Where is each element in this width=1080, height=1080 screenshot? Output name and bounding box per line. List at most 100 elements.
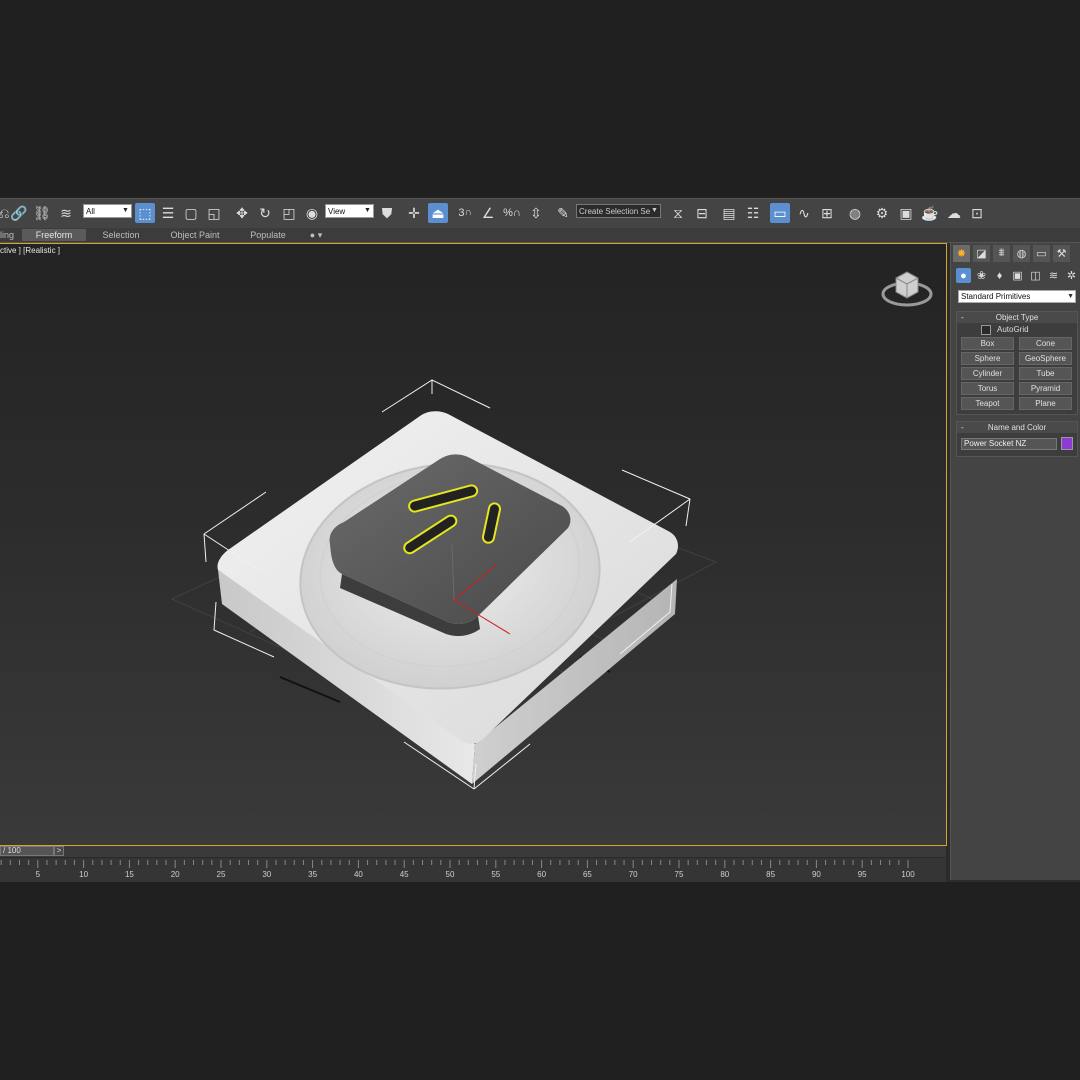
select-and-move-icon[interactable]: ✥ <box>232 203 252 223</box>
tab-modeling[interactable]: ling <box>0 229 14 241</box>
named-selection-sets-dropdown[interactable]: Create Selection Se ▼ <box>576 204 661 218</box>
reference-coordinate-value: View <box>328 207 346 216</box>
teapot-button[interactable]: Teapot <box>961 397 1014 410</box>
motion-tab-icon[interactable]: ◍ <box>1013 245 1030 262</box>
autogrid-label: AutoGrid <box>997 325 1029 334</box>
percent-snap-icon[interactable]: %∩ <box>502 203 522 223</box>
cylinder-button[interactable]: Cylinder <box>961 367 1014 380</box>
tab-populate[interactable]: Populate <box>240 229 296 241</box>
rendered-frame-window-icon[interactable]: ▣ <box>896 203 916 223</box>
systems-icon[interactable]: ✲ <box>1064 268 1079 283</box>
pyramid-button[interactable]: Pyramid <box>1019 382 1072 395</box>
bind-to-space-warp-icon[interactable]: ≋ <box>56 203 76 223</box>
window-crossing-icon[interactable]: ◱ <box>204 203 224 223</box>
lights-icon[interactable]: ♦ <box>992 268 1007 283</box>
keyboard-shortcut-override-icon[interactable]: ⏏ <box>428 203 448 223</box>
tab-selection[interactable]: Selection <box>94 229 148 241</box>
selection-filter-value: All <box>86 207 95 216</box>
name-and-color-rollout: - Name and Color Power Socket NZ <box>956 421 1078 457</box>
geosphere-button[interactable]: GeoSphere <box>1019 352 1072 365</box>
align-icon[interactable]: ⊟ <box>692 203 712 223</box>
track-tick-label: 35 <box>308 870 317 879</box>
track-tick-label: 40 <box>354 870 363 879</box>
track-tick-label: 90 <box>812 870 821 879</box>
select-and-link-icon[interactable]: 🔗 <box>9 203 29 223</box>
perspective-viewport[interactable]: ctive ] [Realistic ] <box>0 243 947 846</box>
tab-freeform[interactable]: Freeform <box>22 229 86 241</box>
reference-coordinate-dropdown[interactable]: View ▼ <box>325 204 374 218</box>
select-and-place-icon[interactable]: ◉ <box>302 203 322 223</box>
track-tick-label: 75 <box>675 870 684 879</box>
utilities-tab-icon[interactable]: ⚒ <box>1053 245 1070 262</box>
tab-object-paint[interactable]: Object Paint <box>160 229 230 241</box>
curve-editor-icon[interactable]: ∿ <box>794 203 814 223</box>
track-tick-label: 100 <box>901 870 915 879</box>
tube-button[interactable]: Tube <box>1019 367 1072 380</box>
shapes-icon[interactable]: ❀ <box>974 268 989 283</box>
object-type-title: Object Type <box>995 313 1039 322</box>
hierarchy-tab-icon[interactable]: ⩩ <box>993 245 1010 262</box>
spinner-snap-icon[interactable]: ⇳ <box>526 203 546 223</box>
socket-base-model[interactable] <box>217 411 678 784</box>
chevron-down-icon: ▼ <box>122 207 129 214</box>
track-tick-label: 10 <box>79 870 88 879</box>
viewcube-icon[interactable] <box>880 266 934 310</box>
select-object-icon[interactable]: ⬚ <box>135 203 155 223</box>
render-production-icon[interactable]: ☕ <box>920 203 940 223</box>
sphere-button[interactable]: Sphere <box>961 352 1014 365</box>
name-and-color-title: Name and Color <box>987 423 1047 432</box>
name-and-color-header[interactable]: - Name and Color <box>957 422 1077 433</box>
scene-explorer-icon[interactable]: ▤ <box>719 203 739 223</box>
modify-tab-icon[interactable]: ◪ <box>973 245 990 262</box>
space-warps-icon[interactable]: ≋ <box>1046 268 1061 283</box>
chevron-down-icon: ▼ <box>1067 293 1074 300</box>
geometry-icon[interactable]: ● <box>956 268 971 283</box>
unlink-selection-icon[interactable]: ⛓ <box>32 203 52 223</box>
track-bar[interactable]: 5 10 15 20 25 30 35 40 45 50 55 60 65 70 75 80 85 90 95 100 <box>0 858 946 882</box>
cone-button[interactable]: Cone <box>1019 337 1072 350</box>
track-tick-label: 20 <box>171 870 180 879</box>
torus-button[interactable]: Torus <box>961 382 1014 395</box>
material-editor-icon[interactable]: ◍ <box>845 203 865 223</box>
object-color-swatch[interactable] <box>1061 437 1073 450</box>
track-tick-label: 25 <box>217 870 226 879</box>
time-slider-frame[interactable]: / 100 <box>0 846 54 856</box>
ribbon-tabs: ling Freeform Selection Object Paint Pop… <box>0 228 1080 243</box>
cameras-icon[interactable]: ▣ <box>1010 268 1025 283</box>
layer-explorer-icon[interactable]: ☷ <box>743 203 763 223</box>
plane-button[interactable]: Plane <box>1019 397 1072 410</box>
object-type-header[interactable]: - Object Type <box>957 312 1077 323</box>
command-panel: ✸ ◪ ⩩ ◍ ▭ ⚒ ● ❀ ♦ ▣ ◫ ≋ ✲ Standard Primi… <box>950 243 1080 880</box>
edit-named-selection-icon[interactable]: ✎ <box>553 203 573 223</box>
angle-snap-icon[interactable]: ∠ <box>478 203 498 223</box>
autogrid-checkbox[interactable] <box>981 325 991 335</box>
chevron-down-icon: ▼ <box>651 207 658 214</box>
select-manipulate-icon[interactable]: ✛ <box>404 203 424 223</box>
ribbon-options-icon[interactable]: ● ▾ <box>306 229 326 241</box>
box-button[interactable]: Box <box>961 337 1014 350</box>
primitive-category-dropdown[interactable]: Standard Primitives ▼ <box>958 290 1076 303</box>
selection-filter-dropdown[interactable]: All ▼ <box>83 204 132 218</box>
schematic-view-icon[interactable]: ⊞ <box>817 203 837 223</box>
next-frame-button[interactable]: > <box>54 846 64 856</box>
named-selection-text: Create Selection Se <box>579 207 651 216</box>
track-tick-label: 95 <box>858 870 867 879</box>
display-tab-icon[interactable]: ▭ <box>1033 245 1050 262</box>
pivot-center-icon[interactable]: ⛊ <box>377 203 397 223</box>
select-and-rotate-icon[interactable]: ↻ <box>255 203 275 223</box>
object-type-rollout: - Object Type AutoGrid Box Cone Sphere G… <box>956 311 1078 415</box>
time-slider[interactable]: / 100 > <box>0 846 946 857</box>
snaps-toggle-icon[interactable]: 3 ∩ <box>455 203 475 223</box>
select-and-scale-icon[interactable]: ◰ <box>279 203 299 223</box>
create-tab-icon[interactable]: ✸ <box>953 245 970 262</box>
track-tick-label: 50 <box>446 870 455 879</box>
render-setup-icon[interactable]: ⚙ <box>872 203 892 223</box>
mirror-icon[interactable]: ⧖ <box>668 203 688 223</box>
rectangular-selection-icon[interactable]: ▢ <box>181 203 201 223</box>
object-name-field[interactable]: Power Socket NZ <box>961 438 1057 450</box>
select-by-name-icon[interactable]: ☰ <box>158 203 178 223</box>
a360-gallery-icon[interactable]: ⊡ <box>967 203 987 223</box>
toggle-ribbon-icon[interactable]: ▭ <box>770 203 790 223</box>
render-in-cloud-icon[interactable]: ☁ <box>944 203 964 223</box>
helpers-icon[interactable]: ◫ <box>1028 268 1043 283</box>
